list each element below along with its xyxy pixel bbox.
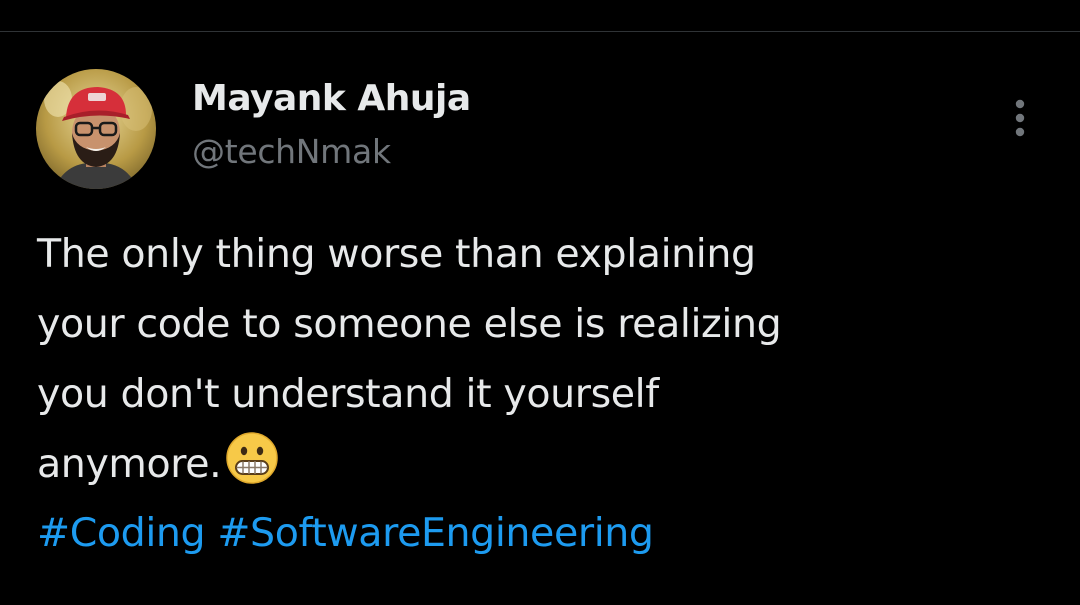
tweet-line: your code to someone else is realizing — [37, 301, 782, 347]
hashtags: #Coding #SoftwareEngineering — [37, 498, 654, 568]
more-options-button[interactable] — [1004, 94, 1036, 142]
more-vertical-icon — [1015, 99, 1025, 137]
tweet-line: you don't understand it yourself — [37, 371, 659, 417]
tweet-line: The only thing worse than explaining — [37, 231, 756, 277]
top-divider — [0, 31, 1080, 32]
avatar[interactable] — [36, 69, 156, 189]
tweet-line-text: anymore. — [37, 441, 222, 487]
tweet-line-last: anymore. — [37, 429, 1047, 507]
grimacing-face-icon — [225, 431, 279, 507]
author-handle[interactable]: @techNmak — [192, 130, 391, 174]
hashtag-coding[interactable]: #Coding — [37, 510, 206, 556]
hashtag-software-engineering[interactable]: #SoftwareEngineering — [217, 510, 654, 556]
avatar-image — [36, 69, 156, 189]
author-name[interactable]: Mayank Ahuja — [192, 77, 471, 121]
tweet-text: The only thing worse than explaining you… — [37, 219, 1047, 507]
